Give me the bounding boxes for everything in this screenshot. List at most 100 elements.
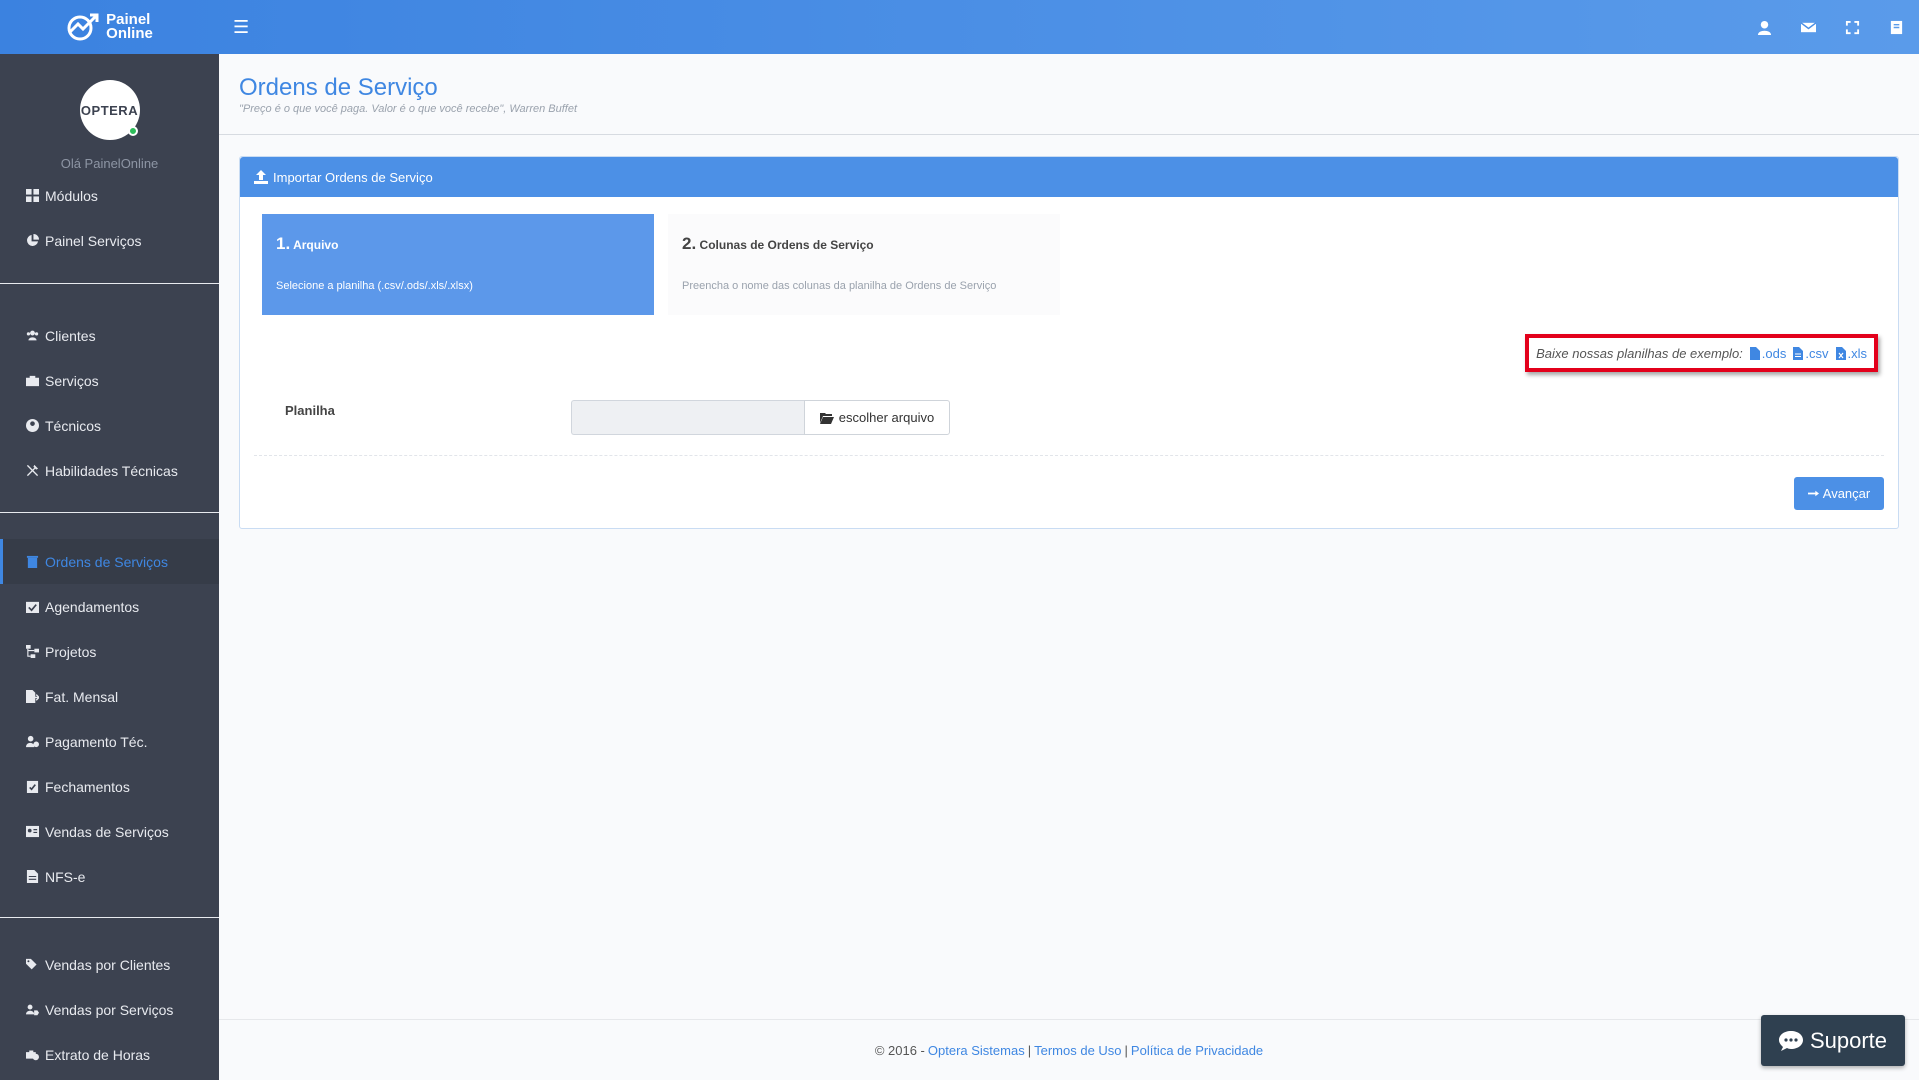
user-icon[interactable]: [1755, 18, 1773, 36]
step-title: Colunas de Ordens de Serviço: [699, 238, 874, 252]
business-time-icon: [26, 1050, 39, 1061]
example-spreadsheets: Baixe nossas planilhas de exemplo: .ods …: [1525, 334, 1878, 372]
file-text-icon: [1793, 346, 1804, 360]
sidebar-divider: [0, 512, 219, 513]
briefcase-icon: [26, 375, 39, 387]
sidebar-item-label: NFS-e: [45, 868, 86, 885]
sidebar-item-vendas-clientes[interactable]: Vendas por Clientes: [0, 942, 219, 987]
footer: © 2016 - Optera Sistemas | Termos de Uso…: [219, 1019, 1919, 1080]
sidebar-item-modulos[interactable]: Módulos: [0, 173, 219, 218]
book-icon[interactable]: [1887, 18, 1905, 36]
footer-terms-link[interactable]: Termos de Uso: [1034, 1043, 1121, 1058]
download-ods-link[interactable]: .ods: [1749, 346, 1786, 361]
examples-label: Baixe nossas planilhas de exemplo:: [1536, 345, 1743, 361]
page-title: Ordens de Serviço: [239, 74, 438, 101]
step-number: 2.: [682, 234, 697, 253]
footer-company-link[interactable]: Optera Sistemas: [928, 1043, 1025, 1058]
choose-file-label: escolher arquivo: [838, 410, 935, 425]
page-subtitle: "Preço é o que você paga. Valor é o que …: [239, 103, 578, 115]
sidebar-item-clientes[interactable]: Clientes: [0, 313, 219, 358]
step-arquivo[interactable]: 1. Arquivo Selecione a planilha (.csv/.o…: [262, 214, 654, 315]
footer-copyright: © 2016 -: [874, 1042, 925, 1058]
user-profile: OPTERA Olá PainelOnline: [0, 54, 219, 173]
folder-open-icon: [819, 412, 834, 424]
box-title: Importar Ordens de Serviço: [273, 169, 433, 185]
user-tag-icon: [26, 1004, 39, 1016]
step-number: 1.: [276, 234, 291, 253]
sidebar-item-projetos[interactable]: Projetos: [0, 629, 219, 674]
footer-separator: |: [1027, 1042, 1032, 1058]
sidebar-group-3: Ordens de Serviços Agendamentos Projetos…: [0, 539, 219, 899]
next-label: Avançar: [1822, 486, 1871, 501]
choose-file-button[interactable]: escolher arquivo: [804, 400, 950, 435]
download-xls-link[interactable]: .xls: [1835, 345, 1868, 361]
main-content: Ordens de Serviço "Preço é o que você pa…: [219, 54, 1919, 1080]
planilha-label: Planilha: [285, 403, 335, 418]
box-header: Importar Ordens de Serviço: [240, 157, 1898, 197]
sidebar-item-vendas-por-servicos[interactable]: Vendas por Serviços: [0, 987, 219, 1032]
sidebar-item-label: Técnicos: [45, 417, 102, 434]
upload-icon: [254, 170, 268, 184]
link-label: .xls: [1847, 345, 1868, 361]
clipboard-check-icon: [26, 780, 39, 793]
import-box: Importar Ordens de Serviço 1. Arquivo Se…: [239, 156, 1899, 529]
sitemap-icon: [26, 645, 39, 658]
sidebar-item-pagamento-tec[interactable]: Pagamento Téc.: [0, 719, 219, 764]
download-csv-link[interactable]: .csv: [1793, 345, 1829, 361]
id-card-icon: [26, 825, 39, 838]
sidebar-item-label: Extrato de Horas: [45, 1046, 151, 1063]
file-export-icon: [26, 690, 39, 703]
support-label: Suporte: [1809, 1027, 1888, 1053]
trash-icon: [26, 555, 39, 568]
fullscreen-icon[interactable]: [1843, 18, 1861, 36]
brand-logo[interactable]: Painel Online: [0, 0, 219, 54]
sidebar-item-agendamentos[interactable]: Agendamentos: [0, 584, 219, 629]
sidebar-item-servicos[interactable]: Serviços: [0, 358, 219, 403]
online-status-dot: [127, 126, 138, 136]
users-icon: [26, 330, 39, 341]
file-excel-icon: [1835, 346, 1846, 360]
sidebar-item-extrato-horas[interactable]: Extrato de Horas: [0, 1032, 219, 1077]
sidebar-group-1: Módulos Painel Serviços: [0, 173, 219, 263]
sidebar-item-fechamentos[interactable]: Fechamentos: [0, 764, 219, 809]
file-text-icon: [26, 870, 39, 883]
arrow-right-icon: [1807, 490, 1819, 497]
menu-toggle-icon[interactable]: ☰: [233, 17, 249, 38]
sidebar-item-nfse[interactable]: NFS-e: [0, 854, 219, 899]
sidebar-divider: [0, 283, 219, 284]
file-path-input[interactable]: [571, 400, 804, 435]
sidebar-item-ordens-servicos[interactable]: Ordens de Serviços: [0, 539, 219, 584]
user-circle-icon: [26, 419, 39, 432]
sidebar-item-label: Agendamentos: [45, 598, 140, 615]
user-greeting: Olá PainelOnline: [60, 156, 159, 171]
sidebar-item-fat-mensal[interactable]: Fat. Mensal: [0, 674, 219, 719]
sidebar-item-habilidades[interactable]: Habilidades Técnicas: [0, 448, 219, 493]
next-button[interactable]: Avançar: [1794, 477, 1884, 510]
step-title: Arquivo: [293, 238, 339, 252]
comment-dots-icon: [1778, 1030, 1803, 1051]
sidebar: OPTERA Olá PainelOnline Módulos Painel S…: [0, 54, 219, 1080]
footer-separator: |: [1124, 1042, 1128, 1058]
avatar[interactable]: OPTERA: [79, 80, 140, 140]
form-divider: [254, 455, 1884, 456]
sidebar-item-vendas-servicos[interactable]: Vendas de Serviços: [0, 809, 219, 854]
wizard-steps: 1. Arquivo Selecione a planilha (.csv/.o…: [262, 214, 1060, 315]
calendar-check-icon: [26, 601, 39, 613]
brand-line2: Online: [106, 25, 153, 42]
support-button[interactable]: Suporte: [1761, 1015, 1905, 1066]
sidebar-group-2: Clientes Serviços Técnicos Habilidades T…: [0, 313, 219, 493]
th-large-icon: [26, 189, 39, 202]
sidebar-group-4: Vendas por Clientes Vendas por Serviços …: [0, 942, 219, 1077]
step-colunas[interactable]: 2. Colunas de Ordens de Serviço Preencha…: [668, 214, 1060, 315]
page-header: Ordens de Serviço "Preço é o que você pa…: [219, 54, 1919, 135]
user-clock-icon: [26, 735, 39, 748]
envelope-icon[interactable]: [1799, 18, 1817, 36]
tags-icon: [26, 958, 37, 970]
sidebar-item-painel-servicos[interactable]: Painel Serviços: [0, 218, 219, 263]
sidebar-item-label: Painel Serviços: [45, 232, 142, 249]
sidebar-divider: [0, 917, 219, 918]
link-label: .csv: [1805, 345, 1829, 361]
file-icon: [1749, 346, 1760, 360]
footer-privacy-link[interactable]: Política de Privacidade: [1131, 1043, 1263, 1058]
sidebar-item-tecnicos[interactable]: Técnicos: [0, 403, 219, 448]
